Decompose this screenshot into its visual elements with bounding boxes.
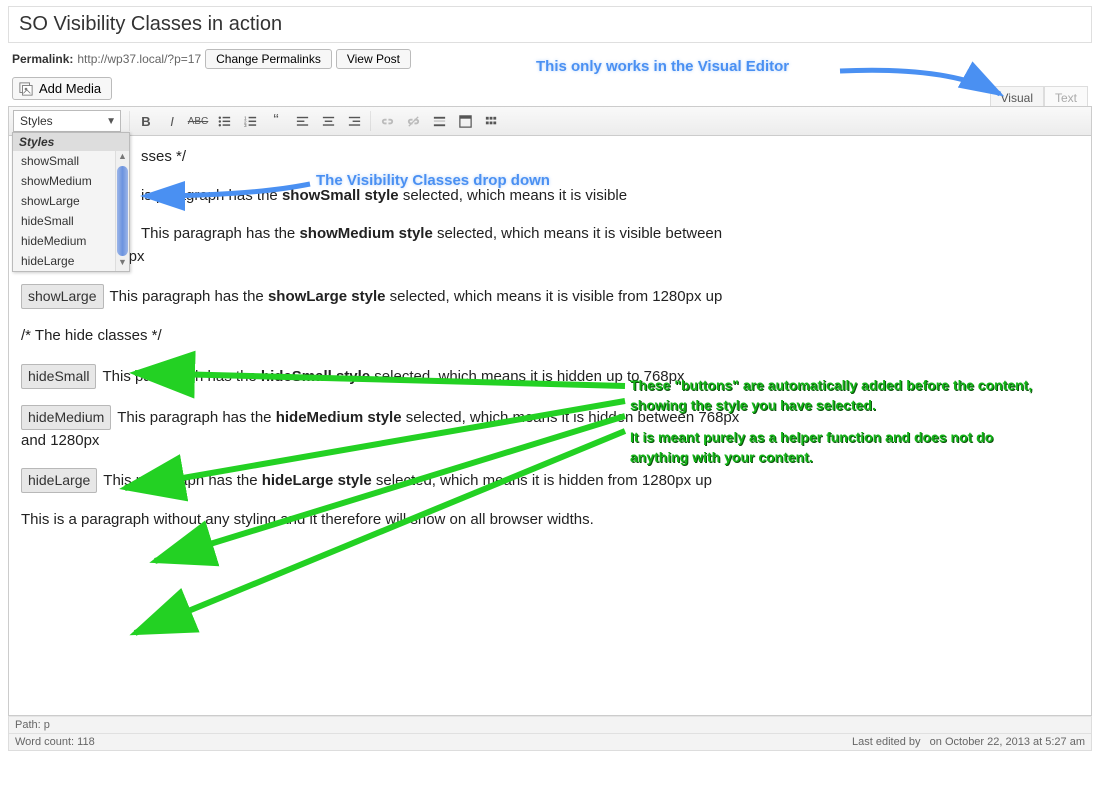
style-badge-showLarge: showLarge xyxy=(21,284,104,309)
blockquote-icon[interactable]: “ xyxy=(264,110,288,132)
show-classes-header: sses */ xyxy=(141,146,1079,169)
change-permalinks-button[interactable]: Change Permalinks xyxy=(205,49,332,69)
dropdown-item-showLarge[interactable]: showLarge xyxy=(13,191,129,211)
permalink-url: http://wp37.local/?p=17 xyxy=(77,52,201,66)
style-badge-hideMedium: hideMedium xyxy=(21,405,111,430)
align-right-icon[interactable] xyxy=(342,110,366,132)
svg-text:3: 3 xyxy=(243,123,246,128)
post-title-input[interactable]: SO Visibility Classes in action xyxy=(8,6,1092,43)
styles-dropdown[interactable]: Styles ▼ xyxy=(13,110,121,132)
editor-status-bar: Path: p Word count: 118 Last edited by o… xyxy=(8,716,1092,751)
dropdown-item-hideSmall[interactable]: hideSmall xyxy=(13,211,129,231)
paragraph-hideMedium: hideMediumThis paragraph has the hideMed… xyxy=(21,405,741,453)
word-count: Word count: 118 xyxy=(15,736,95,748)
dropdown-header: Styles xyxy=(13,133,129,151)
bulleted-list-icon[interactable] xyxy=(212,110,236,132)
italic-icon[interactable]: I xyxy=(160,110,184,132)
more-icon[interactable] xyxy=(427,110,451,132)
align-center-icon[interactable] xyxy=(316,110,340,132)
permalink-label: Permalink: xyxy=(12,52,73,66)
dropdown-scrollbar[interactable]: ▲ ▼ xyxy=(115,151,129,271)
scroll-down-icon[interactable]: ▼ xyxy=(116,257,129,271)
dropdown-item-showMedium[interactable]: showMedium xyxy=(13,171,129,191)
editor-toolbar: Styles ▼ B I ABC 123 “ Styles showSm xyxy=(8,106,1092,136)
style-badge-hideSmall: hideSmall xyxy=(21,364,96,389)
last-edited-value: on October 22, 2013 at 5:27 am xyxy=(930,736,1085,748)
hide-classes-header: /* The hide classes */ xyxy=(21,325,1079,348)
link-icon[interactable] xyxy=(375,110,399,132)
paragraph-hideSmall: hideSmallThis paragraph has the hideSmal… xyxy=(21,364,801,389)
align-left-icon[interactable] xyxy=(290,110,314,132)
add-media-label: Add Media xyxy=(39,81,101,96)
path-label: Path: xyxy=(15,719,44,731)
style-badge-hideLarge: hideLarge xyxy=(21,468,97,493)
styles-dropdown-label: Styles xyxy=(20,114,53,128)
numbered-list-icon[interactable]: 123 xyxy=(238,110,262,132)
view-post-button[interactable]: View Post xyxy=(336,49,411,69)
scroll-thumb[interactable] xyxy=(117,166,128,256)
last-edited-label: Last edited by xyxy=(852,736,921,748)
add-media-button[interactable]: Add Media xyxy=(12,77,112,100)
bold-icon[interactable]: B xyxy=(134,110,158,132)
kitchen-sink-icon[interactable] xyxy=(479,110,503,132)
paragraph-showLarge: showLargeThis paragraph has the showLarg… xyxy=(21,284,801,309)
dropdown-item-showSmall[interactable]: showSmall xyxy=(13,151,129,171)
fullscreen-icon[interactable] xyxy=(453,110,477,132)
paragraph-hideLarge: hideLargeThis paragraph has the hideLarg… xyxy=(21,468,741,493)
strikethrough-icon[interactable]: ABC xyxy=(186,110,210,132)
chevron-down-icon: ▼ xyxy=(106,116,116,127)
unlink-icon[interactable] xyxy=(401,110,425,132)
styles-dropdown-menu: Styles showSmall showMedium showLarge hi… xyxy=(12,132,130,272)
permalink-row: Permalink: http://wp37.local/?p=17 Chang… xyxy=(12,49,1088,69)
scroll-up-icon[interactable]: ▲ xyxy=(116,151,129,165)
path-value[interactable]: p xyxy=(44,719,50,731)
dropdown-item-hideMedium[interactable]: hideMedium xyxy=(13,231,129,251)
media-icon xyxy=(19,82,33,96)
paragraph-no-style: This is a paragraph without any styling … xyxy=(21,509,1079,532)
dropdown-item-hideLarge[interactable]: hideLarge xyxy=(13,251,129,271)
editor-content-area[interactable]: sses */ is paragraph has the showSmall s… xyxy=(8,136,1092,716)
